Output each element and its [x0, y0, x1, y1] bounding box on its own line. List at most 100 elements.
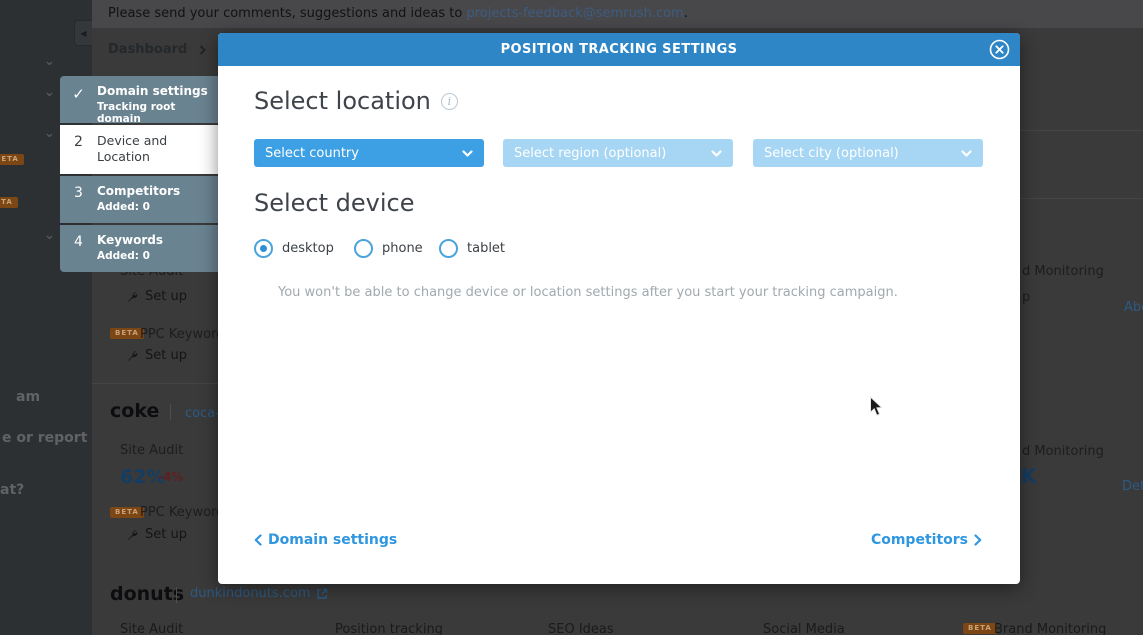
city-dropdown-value: Select city (optional) [764, 146, 899, 161]
wrench-icon [126, 350, 138, 362]
project-title-donuts: donuts [110, 583, 184, 605]
step-sublabel: Tracking root domain [97, 101, 214, 125]
check-icon: ✓ [60, 76, 97, 123]
brand-monitoring-fragment: d Monitoring [1022, 444, 1104, 459]
step-sublabel: Added: 0 [97, 201, 180, 213]
device-radio-phone[interactable]: phone [354, 239, 423, 258]
step-keywords[interactable]: 4 Keywords Added: 0 [60, 225, 218, 272]
wrench-icon [126, 529, 138, 541]
beta-badge: BETA [110, 328, 144, 339]
collapse-arrow-icon: ◀ [80, 29, 86, 38]
chevron-left-icon [254, 534, 262, 546]
info-icon[interactable]: i [441, 93, 458, 110]
feedback-period: . [684, 6, 688, 21]
step-sublabel: Added: 0 [97, 250, 163, 262]
setup-button[interactable]: Set up [126, 289, 187, 304]
wrench-icon [126, 291, 138, 303]
details-link-fragment[interactable]: Deta [1122, 479, 1143, 494]
region-dropdown-value: Select region (optional) [514, 146, 666, 161]
select-device-text: Select device [254, 189, 415, 217]
step-label: Keywords [97, 233, 163, 249]
chevron-down-icon: ⌄ [44, 228, 55, 243]
brand-monitoring-fragment: d Monitoring [1022, 264, 1104, 279]
column-header: Brand Monitoring [994, 622, 1106, 635]
column-header: SEO Ideas [548, 622, 614, 635]
breadcrumb-dashboard[interactable]: Dashboard [108, 42, 187, 57]
beta-badge: BETA [0, 154, 24, 165]
breadcrumb-chevron-icon [199, 45, 206, 55]
chevron-down-icon: ⌄ [44, 126, 55, 141]
chevron-right-icon [974, 534, 982, 546]
step-label: Domain settings [97, 84, 214, 100]
city-dropdown[interactable]: Select city (optional) [753, 139, 983, 167]
step-label: Competitors [97, 184, 180, 200]
site-audit-delta: -4% [158, 470, 183, 484]
divider [92, 383, 218, 384]
beta-badge: BETA [963, 623, 997, 634]
device-radio-desktop[interactable]: desktop [254, 239, 334, 258]
project-title-coke: coke [110, 400, 159, 422]
setup-label: Set up [145, 527, 187, 542]
divider [1020, 130, 1143, 131]
setup-button[interactable]: Set up [126, 348, 187, 363]
beta-badge: BETA [110, 507, 144, 518]
metric-fragment: K [1021, 464, 1037, 488]
column-header: Social Media [763, 622, 845, 635]
feedback-banner: Please send your comments, suggestions a… [92, 0, 1143, 28]
site-audit-label: Site Audit [120, 443, 183, 458]
setup-fragment: p [1022, 290, 1030, 305]
sidebar-text-fragment: e or report [2, 430, 87, 446]
country-dropdown[interactable]: Select country [254, 139, 484, 167]
step-number: 4 [60, 225, 97, 272]
back-link-label: Domain settings [268, 532, 397, 548]
settings-warning-note: You won't be able to change device or lo… [278, 285, 898, 300]
radio-label: phone [382, 241, 423, 256]
sidebar-collapse-button[interactable]: ◀ [74, 20, 92, 46]
close-icon [988, 38, 1011, 61]
next-competitors-link[interactable]: Competitors [871, 532, 982, 548]
chevron-down-icon: ⌄ [44, 85, 55, 100]
radio-unselected-icon [439, 239, 458, 258]
device-radio-tablet[interactable]: tablet [439, 239, 505, 258]
divider [170, 404, 171, 420]
screen: Please send your comments, suggestions a… [0, 0, 1143, 635]
wizard-steps: ✓ Domain settings Tracking root domain 2… [60, 76, 218, 272]
region-dropdown[interactable]: Select region (optional) [503, 139, 733, 167]
radio-unselected-icon [354, 239, 373, 258]
step-device-and-location[interactable]: 2 Device and Location [60, 125, 218, 174]
chevron-down-icon [711, 150, 722, 157]
sidebar-text-fragment: at? [0, 482, 24, 498]
radio-selected-icon [254, 239, 273, 258]
about-link-fragment[interactable]: Abo [1124, 300, 1143, 315]
project-domain-link[interactable]: dunkindonuts.com [190, 586, 328, 601]
mouse-cursor [869, 396, 883, 417]
sidebar-text-fragment: am [16, 389, 40, 405]
divider [176, 587, 177, 603]
close-button[interactable] [988, 38, 1011, 61]
step-label: Device and Location [97, 133, 214, 166]
feedback-email-link[interactable]: projects-feedback@semrush.com [466, 6, 683, 21]
project-domain-text: dunkindonuts.com [190, 586, 311, 601]
feedback-text: Please send your comments, suggestions a… [108, 6, 466, 21]
external-link-icon [316, 588, 328, 600]
select-location-heading: Select location i [254, 87, 458, 115]
setup-button[interactable]: Set up [126, 527, 187, 542]
radio-label: tablet [467, 241, 505, 256]
column-header: Position tracking [335, 622, 443, 635]
next-link-label: Competitors [871, 532, 968, 548]
step-number: 2 [60, 125, 97, 174]
back-domain-settings-link[interactable]: Domain settings [254, 532, 397, 548]
column-header: Site Audit [120, 622, 183, 635]
setup-label: Set up [145, 348, 187, 363]
setup-label: Set up [145, 289, 187, 304]
chevron-down-icon: ⌄ [44, 54, 55, 69]
step-domain-settings[interactable]: ✓ Domain settings Tracking root domain [60, 76, 218, 123]
modal-title: POSITION TRACKING SETTINGS [218, 33, 1020, 66]
select-location-text: Select location [254, 87, 431, 115]
step-competitors[interactable]: 3 Competitors Added: 0 [60, 176, 218, 223]
chevron-down-icon [961, 150, 972, 157]
select-device-heading: Select device [254, 189, 415, 217]
divider [1020, 198, 1143, 199]
step-number: 3 [60, 176, 97, 223]
position-tracking-settings-modal: POSITION TRACKING SETTINGS Select locati… [218, 33, 1020, 584]
